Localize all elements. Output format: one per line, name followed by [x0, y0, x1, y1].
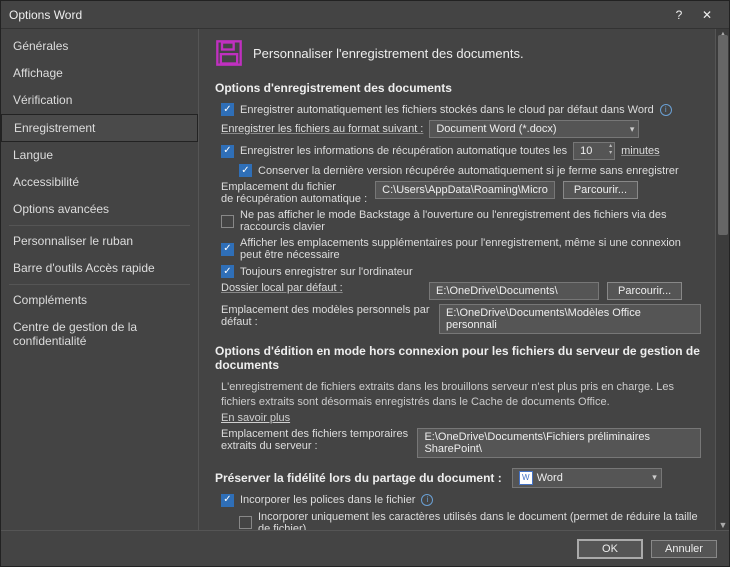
ok-button[interactable]: OK	[577, 539, 643, 559]
scrollbar-thumb[interactable]	[718, 35, 728, 235]
label-autosave-cloud: Enregistrer automatiquement les fichiers…	[240, 104, 654, 116]
sidebar-item-proofing[interactable]: Vérification	[1, 87, 198, 114]
cancel-button[interactable]: Annuler	[651, 540, 717, 558]
row-autosave-cloud: Enregistrer automatiquement les fichiers…	[221, 103, 701, 116]
sidebar-separator	[9, 284, 190, 285]
help-button[interactable]: ?	[665, 4, 693, 26]
checkbox-autosave-cloud[interactable]	[221, 103, 234, 116]
close-button[interactable]: ✕	[693, 4, 721, 26]
category-sidebar: Générales Affichage Vérification Enregis…	[1, 29, 199, 530]
sidebar-item-advanced[interactable]: Options avancées	[1, 196, 198, 223]
titlebar: Options Word ? ✕	[1, 1, 729, 29]
label-temp-location: Emplacement des fichiers temporaires ext…	[221, 428, 409, 452]
sidebar-item-display[interactable]: Affichage	[1, 60, 198, 87]
checkbox-embed-subset[interactable]	[239, 516, 252, 529]
checkbox-show-extra-locations[interactable]	[221, 243, 234, 256]
section-fidelity-title: Préserver la fidélité lors du partage du…	[215, 471, 502, 485]
scroll-down-arrow[interactable]: ▼	[718, 520, 728, 530]
label-save-format: Enregistrer les fichiers au format suiva…	[221, 123, 423, 135]
row-always-local: Toujours enregistrer sur l'ordinateur	[221, 265, 701, 278]
row-keep-last-version: Conserver la dernière version récupérée …	[239, 164, 701, 177]
section-save-options-title: Options d'enregistrement des documents	[215, 81, 701, 95]
label-embed-subset: Incorporer uniquement les caractères uti…	[258, 511, 698, 530]
row-show-extra-locations: Afficher les emplacements supplémentaire…	[221, 237, 701, 261]
row-templates-location: Emplacement des modèles personnels par d…	[221, 304, 701, 334]
sidebar-item-save[interactable]: Enregistrement	[1, 114, 198, 142]
row-auto-recover: Enregistrer les informations de récupéra…	[221, 142, 701, 160]
label-no-backstage: Ne pas afficher le mode Backstage à l'ou…	[240, 209, 680, 233]
checkbox-auto-recover[interactable]	[221, 145, 234, 158]
sidebar-item-language[interactable]: Langue	[1, 142, 198, 169]
input-recover-location[interactable]: C:\Users\AppData\Roaming\Micro	[375, 181, 555, 199]
sidebar-item-general[interactable]: Générales	[1, 33, 198, 60]
input-templates-location[interactable]: E:\OneDrive\Documents\Modèles Office per…	[439, 304, 701, 334]
options-dialog: Options Word ? ✕ Générales Affichage Vér…	[0, 0, 730, 567]
row-embed-fonts: Incorporer les polices dans le fichier i	[221, 494, 701, 507]
checkbox-always-local[interactable]	[221, 265, 234, 278]
info-icon[interactable]: i	[660, 104, 672, 116]
label-show-extra-locations: Afficher les emplacements supplémentaire…	[240, 237, 700, 261]
label-templates-location: Emplacement des modèles personnels par d…	[221, 304, 431, 328]
save-icon	[215, 39, 243, 67]
word-doc-icon: W	[519, 471, 533, 485]
sidebar-item-accessibility[interactable]: Accessibilité	[1, 169, 198, 196]
row-save-format: Enregistrer les fichiers au format suiva…	[221, 120, 701, 138]
label-keep-last-version: Conserver la dernière version récupérée …	[258, 165, 679, 177]
section-offline-title: Options d'édition en mode hors connexion…	[215, 344, 701, 372]
window-title: Options Word	[9, 8, 665, 22]
label-default-folder: Dossier local par défaut :	[221, 282, 421, 294]
label-embed-fonts: Incorporer les polices dans le fichier	[240, 494, 415, 506]
dialog-footer: OK Annuler	[1, 530, 729, 566]
info-icon[interactable]: i	[421, 494, 433, 506]
sidebar-item-addins[interactable]: Compléments	[1, 287, 198, 314]
main-panel: Personnaliser l'enregistrement des docum…	[199, 29, 715, 530]
row-embed-subset: Incorporer uniquement les caractères uti…	[239, 511, 701, 530]
input-default-folder[interactable]: E:\OneDrive\Documents\	[429, 282, 599, 300]
section-fidelity-title-row: Préserver la fidélité lors du partage du…	[215, 468, 701, 488]
dialog-body: Générales Affichage Vérification Enregis…	[1, 29, 729, 530]
select-save-format[interactable]: Document Word (*.docx)	[429, 120, 639, 138]
panel-title: Personnaliser l'enregistrement des docum…	[253, 46, 524, 61]
label-recover-location: Emplacement du fichier de récupération a…	[221, 181, 367, 205]
sidebar-separator	[9, 225, 190, 226]
select-document[interactable]: W Word	[512, 468, 662, 488]
browse-recover-location-button[interactable]: Parcourir...	[563, 181, 638, 199]
spinner-minutes[interactable]: 10	[573, 142, 615, 160]
label-auto-recover-a: Enregistrer les informations de récupéra…	[240, 145, 567, 157]
checkbox-no-backstage[interactable]	[221, 215, 234, 228]
label-always-local: Toujours enregistrer sur l'ordinateur	[240, 266, 413, 278]
learn-more-link[interactable]: En savoir plus	[221, 412, 701, 424]
checkbox-embed-fonts[interactable]	[221, 494, 234, 507]
panel-header: Personnaliser l'enregistrement des docum…	[215, 39, 701, 67]
input-temp-location[interactable]: E:\OneDrive\Documents\Fichiers prélimina…	[417, 428, 701, 458]
row-temp-location: Emplacement des fichiers temporaires ext…	[221, 428, 701, 458]
row-default-folder: Dossier local par défaut : E:\OneDrive\D…	[221, 282, 701, 300]
browse-default-folder-button[interactable]: Parcourir...	[607, 282, 682, 300]
sidebar-item-customize-ribbon[interactable]: Personnaliser le ruban	[1, 228, 198, 255]
row-recover-location: Emplacement du fichier de récupération a…	[221, 181, 701, 205]
vertical-scrollbar[interactable]: ▲ ▼	[715, 29, 729, 530]
label-auto-recover-b: minutes	[621, 145, 660, 157]
checkbox-keep-last-version[interactable]	[239, 164, 252, 177]
sidebar-item-trust-center[interactable]: Centre de gestion de la confidentialité	[1, 314, 198, 355]
main-wrap: Personnaliser l'enregistrement des docum…	[199, 29, 729, 530]
row-no-backstage: Ne pas afficher le mode Backstage à l'ou…	[221, 209, 701, 233]
sidebar-item-qat[interactable]: Barre d'outils Accès rapide	[1, 255, 198, 282]
offline-note: L'enregistrement de fichiers extraits da…	[221, 380, 695, 410]
